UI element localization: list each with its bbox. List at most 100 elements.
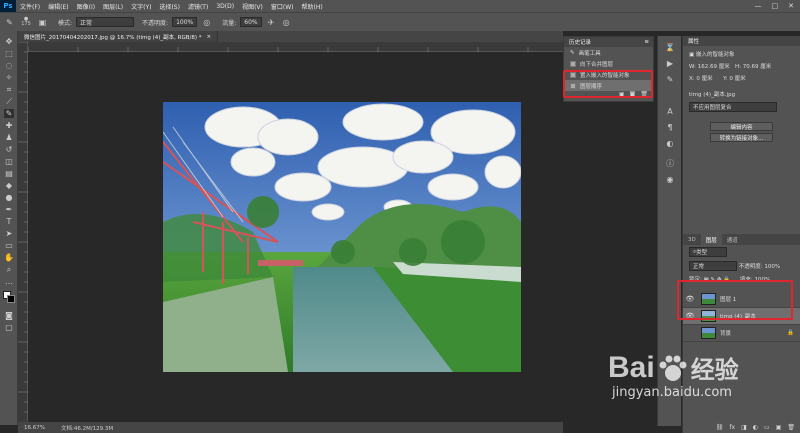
document-tab[interactable]: 微信图片_20170404202017.jpg @ 16.7% (timg (4… — [18, 31, 219, 42]
menu-layer[interactable]: 图层(L) — [99, 2, 127, 11]
character-panel-icon[interactable]: A — [665, 106, 675, 116]
layer-blend-row: 正常 不透明度: 100% — [683, 259, 800, 273]
menu-type[interactable]: 文字(Y) — [127, 2, 155, 11]
properties-subtitle: ▣ 嵌入的智能对象 — [689, 52, 735, 58]
history-highlight-annotation — [563, 70, 653, 98]
info-panel-icon[interactable]: ⓘ — [665, 158, 675, 168]
history-panel-icon[interactable]: ⌛ — [665, 42, 675, 52]
layer-name[interactable]: 背景 — [720, 329, 731, 337]
eraser-tool-icon[interactable]: ◫ — [4, 157, 14, 166]
menu-view[interactable]: 视图(V) — [238, 2, 267, 11]
layer-kind-select[interactable]: ⌕ 类型 — [689, 247, 727, 257]
convert-linked-button[interactable]: 转换为链接对象... — [710, 133, 773, 142]
layer-opacity-value[interactable]: 100% — [764, 264, 780, 270]
adjustment-layer-icon[interactable]: ◐ — [753, 424, 758, 431]
brush-tool-icon-active[interactable]: ✎ — [4, 109, 14, 118]
mode-select[interactable]: 正常 — [76, 17, 135, 27]
minimize-button[interactable]: — — [755, 2, 762, 10]
pen-tool-icon[interactable]: ✒ — [4, 205, 14, 214]
marquee-tool-icon[interactable]: ⬚ — [4, 49, 14, 58]
edit-contents-button[interactable]: 编辑内容 — [710, 122, 773, 131]
history-brush-tool-icon[interactable]: ↺ — [4, 145, 14, 154]
type-tool-icon[interactable]: T — [4, 217, 14, 226]
x-value[interactable]: 0 厘米 — [696, 76, 712, 82]
move-tool-icon[interactable]: ✥ — [4, 37, 14, 46]
menu-filter[interactable]: 滤镜(T) — [184, 2, 212, 11]
pressure-size-icon[interactable]: ◎ — [281, 17, 292, 28]
layer-thumbnail — [701, 327, 716, 339]
h-value[interactable]: 70.69 厘米 — [743, 64, 772, 70]
clone-stamp-tool-icon[interactable]: ♟ — [4, 133, 14, 142]
new-group-icon[interactable]: ▭ — [764, 424, 770, 431]
add-mask-icon[interactable]: ◨ — [741, 424, 747, 431]
more-tools-icon[interactable]: … — [4, 277, 14, 286]
blend-mode-select[interactable]: 正常 — [689, 261, 737, 271]
adjustments-panel-icon[interactable]: ◐ — [665, 138, 675, 148]
healing-tool-icon[interactable]: ✚ — [4, 121, 14, 130]
document-image[interactable] — [163, 102, 521, 372]
h-label: H: — [734, 64, 741, 70]
history-item[interactable]: ✎ 画笔工具 — [564, 47, 653, 58]
lock-icon: 🔒 — [787, 330, 794, 336]
delete-layer-icon[interactable]: 🗑 — [787, 424, 795, 431]
history-panel-menu-icon[interactable]: ≡ — [644, 39, 653, 45]
quick-select-tool-icon[interactable]: ✧ — [4, 73, 14, 82]
brush-panel-icon[interactable]: ✎ — [665, 74, 675, 84]
layer-comps-select[interactable]: 不应用图层复合 — [689, 102, 777, 112]
link-layers-icon[interactable]: ⛓ — [716, 424, 724, 431]
menu-image[interactable]: 图像(I) — [73, 2, 99, 11]
menu-help[interactable]: 帮助(H) — [298, 2, 327, 11]
brush-panel-icon[interactable]: ▣ — [37, 17, 48, 28]
baidu-watermark: Bai 经验 jingyan.baidu.com — [608, 350, 798, 420]
menu-select[interactable]: 选择(S) — [155, 2, 184, 11]
color-panel-icon[interactable]: ◉ — [665, 174, 675, 184]
blend-mode-value: 正常 — [693, 264, 705, 270]
menu-3d[interactable]: 3D(D) — [212, 3, 238, 10]
history-item-label: 画笔工具 — [578, 50, 601, 57]
hand-tool-icon[interactable]: ✋ — [4, 253, 14, 262]
airbrush-icon[interactable]: ✈ — [266, 17, 277, 28]
ruler-horizontal[interactable] — [27, 42, 563, 57]
layer-row[interactable]: 背景 🔒 — [683, 325, 800, 342]
eyedropper-tool-icon[interactable]: ⟋ — [4, 97, 14, 106]
paragraph-panel-icon[interactable]: ¶ — [665, 122, 675, 132]
dodge-tool-icon[interactable]: ● — [4, 193, 14, 202]
y-label: Y: — [723, 76, 728, 82]
layer-style-icon[interactable]: fx — [729, 424, 735, 431]
w-value[interactable]: 162.69 厘米 — [698, 64, 730, 70]
menu-edit[interactable]: 编辑(E) — [44, 2, 72, 11]
actions-panel-icon[interactable]: ▶ — [665, 58, 675, 68]
tab-3d[interactable]: 3D — [683, 234, 701, 245]
y-value[interactable]: 0 厘米 — [729, 76, 745, 82]
menu-window[interactable]: 窗口(W) — [267, 2, 298, 11]
history-item[interactable]: 向下合并图层 — [564, 58, 653, 69]
new-layer-icon[interactable]: ▣ — [776, 424, 782, 431]
menu-file[interactable]: 文件(F) — [16, 2, 44, 11]
zoom-level[interactable]: 16.67% — [24, 425, 45, 431]
layer-filter-row: ⌕ 类型 — [683, 245, 800, 259]
flow-field[interactable]: 60% — [240, 17, 262, 27]
lasso-tool-icon[interactable]: ◌ — [4, 61, 14, 70]
opacity-field[interactable]: 100% — [172, 17, 198, 27]
path-select-tool-icon[interactable]: ➤ — [4, 229, 14, 238]
brush-preset-icon[interactable]: ● 175 — [19, 17, 33, 28]
tab-channels[interactable]: 通道 — [722, 234, 743, 245]
shape-tool-icon[interactable]: ▭ — [4, 241, 14, 250]
blur-tool-icon[interactable]: ◆ — [4, 181, 14, 190]
flow-value: 60% — [244, 18, 258, 26]
close-window-button[interactable]: ✕ — [788, 2, 794, 10]
gradient-tool-icon[interactable]: ▤ — [4, 169, 14, 178]
x-label: X: — [689, 76, 695, 82]
zoom-tool-icon[interactable]: ⌕ — [4, 265, 14, 274]
ruler-vertical[interactable] — [18, 41, 28, 422]
crop-tool-icon[interactable]: ⌗ — [4, 85, 14, 94]
watermark-brand-b: 经验 — [690, 357, 739, 384]
brush-tool-icon[interactable]: ✎ — [4, 17, 15, 28]
maximize-button[interactable]: □ — [772, 2, 779, 10]
document-tab-close-icon[interactable]: × — [207, 34, 212, 40]
tab-layers[interactable]: 图层 — [700, 234, 722, 245]
background-color-swatch[interactable] — [7, 295, 15, 303]
quick-mask-icon[interactable]: ◙ — [4, 311, 14, 320]
pressure-opacity-icon[interactable]: ◎ — [201, 17, 212, 28]
screen-mode-icon[interactable]: ▢ — [4, 323, 14, 332]
